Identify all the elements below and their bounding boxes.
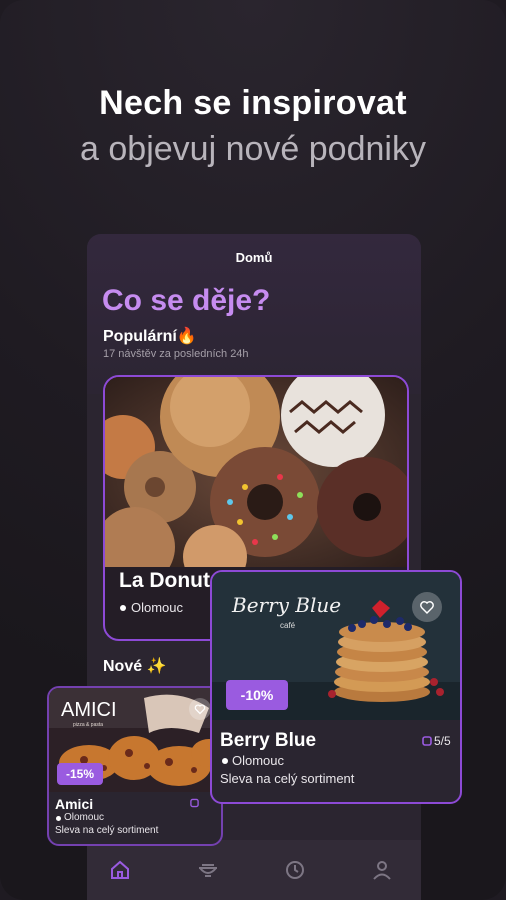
- home-icon[interactable]: [108, 858, 132, 882]
- location-pin-icon: [222, 758, 228, 764]
- amici-logo: AMICI: [61, 699, 117, 721]
- headline-title: Nech se inspirovat: [99, 84, 407, 122]
- venue-card-berry-blue[interactable]: Berry Blue café -10% Berry Blue 5/5 Olom…: [210, 570, 462, 804]
- new-section-label: Nové ✨: [103, 658, 167, 675]
- heart-icon: [194, 704, 206, 715]
- headline-subtitle: a objevuj nové podniky: [80, 130, 426, 168]
- location-pin-icon: [56, 816, 61, 821]
- popular-subtitle: 17 návštěv za posledních 24h: [103, 348, 249, 360]
- heart-icon: [420, 601, 434, 615]
- ticket-icon: [190, 798, 199, 808]
- popular-label: Populární🔥: [103, 328, 197, 345]
- venue-city: Olomouc: [64, 812, 105, 823]
- venue-offer: Sleva na celý sortiment: [220, 771, 355, 786]
- section-title: Co se děje?: [102, 284, 271, 317]
- venue-card-amici[interactable]: AMICI pizza & pasta -15% Amici Olomouc S…: [47, 686, 223, 846]
- ticket-icon: [422, 736, 432, 746]
- donuts-photo: [105, 377, 407, 567]
- venue-name: Berry Blue: [220, 730, 317, 751]
- venue-offer: Sleva na celý sortiment: [55, 825, 159, 836]
- visit-count: 5/5: [434, 734, 451, 748]
- featured-venue-name: La Donut: [119, 569, 210, 592]
- profile-icon[interactable]: [370, 858, 394, 882]
- bottom-tab-bar: [87, 840, 421, 900]
- discount-badge: -15%: [57, 763, 103, 785]
- location-pin-icon: [120, 605, 126, 611]
- favorite-button[interactable]: [412, 592, 442, 622]
- berry-blue-logo-sub: café: [280, 621, 296, 630]
- venue-city: Olomouc: [232, 753, 285, 768]
- clock-icon[interactable]: [283, 858, 307, 882]
- amici-logo-sub: pizza & pasta: [73, 722, 103, 728]
- venue-name: Amici: [55, 796, 94, 812]
- favorite-button[interactable]: [189, 698, 211, 720]
- discount-badge: -10%: [226, 680, 288, 710]
- berry-blue-logo: Berry Blue: [231, 593, 341, 617]
- featured-venue-city: Olomouc: [131, 600, 184, 615]
- dish-icon[interactable]: [196, 858, 220, 882]
- page-title: Domů: [235, 250, 273, 265]
